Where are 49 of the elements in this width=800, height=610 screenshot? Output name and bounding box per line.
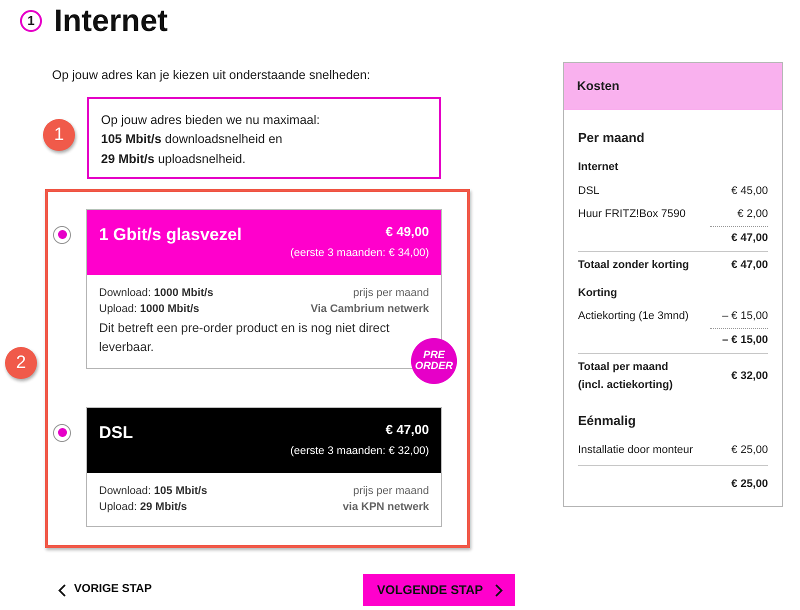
network-text: via KPN netwerk — [342, 500, 429, 516]
radio-button[interactable] — [53, 226, 71, 244]
back-button[interactable]: VORIGE STAP — [58, 581, 152, 599]
pre-order-badge: PRE ORDER — [411, 338, 457, 384]
option-name: DSL — [99, 422, 133, 444]
cost-amount: – € 15,00 — [710, 328, 768, 348]
speed-text: Download: 105 Mbit/s — [99, 484, 208, 499]
cost-amount: – € 15,00 — [721, 309, 768, 324]
speed-text: Download: 1000 Mbit/s — [99, 286, 214, 301]
cost-label: Installatie door monteur — [578, 443, 693, 458]
cost-amount: € 25,00 — [730, 443, 768, 458]
cost-amount: € 47,00 — [710, 226, 768, 246]
cost-amount: € 25,00 — [730, 476, 768, 492]
group-label: Korting — [578, 286, 618, 301]
page-title: Internet — [54, 2, 168, 40]
speed-text: Upload: 1000 Mbit/s — [99, 302, 200, 318]
cost-label: Totaal zonder korting — [578, 258, 690, 274]
section-title: Eénmalig — [578, 412, 637, 430]
cost-amount: € 47,00 — [730, 258, 768, 274]
price-note: prijs per maand — [353, 286, 429, 301]
group-label: Internet — [578, 160, 618, 176]
price-note: prijs per maand — [353, 484, 429, 499]
network-text: Via Cambrium netwerk — [310, 302, 429, 318]
cost-amount: € 2,00 — [736, 207, 768, 222]
option-price: € 49,00 — [384, 222, 429, 241]
annotation-marker: 1 — [43, 118, 75, 151]
annotation-marker: 2 — [5, 346, 37, 379]
speed-text: Upload: 29 Mbit/s — [99, 500, 188, 516]
chevron-right-icon — [495, 584, 503, 596]
section-title: Per maand — [578, 128, 646, 147]
cost-label: DSL — [578, 184, 600, 199]
option-name: 1 Gbit/s glasvezel — [99, 224, 242, 246]
radio-button[interactable] — [53, 424, 71, 442]
cost-label: Actiekorting (1e 3mnd) — [578, 309, 689, 324]
info-text: Op jouw adres bieden we nu maximaal: — [101, 112, 321, 129]
intro-text: Op jouw adres kan je kiezen uit onderstaande snelheden: — [52, 67, 372, 84]
promo-price: (eerste 3 maanden: € 34,00) — [290, 246, 429, 262]
cost-label: Huur FRITZ!Box 7590 — [578, 207, 686, 222]
step-number: 1 — [20, 10, 42, 32]
option-price: € 47,00 — [384, 420, 429, 439]
chevron-left-icon — [58, 584, 66, 596]
cost-label: Totaal per maand (incl. actiekorting) — [578, 360, 673, 393]
costs-title: Kosten — [564, 63, 782, 110]
info-text: 29 Mbit/s uploadsnelheid. — [101, 150, 247, 168]
next-button[interactable]: VOLGENDE STAP — [362, 574, 515, 606]
cost-amount: € 45,00 — [730, 184, 768, 199]
cost-amount: € 32,00 — [730, 369, 768, 384]
promo-price: (eerste 3 maanden: € 32,00) — [290, 444, 429, 460]
info-text: 105 Mbit/s downloadsnelheid en — [101, 131, 284, 148]
